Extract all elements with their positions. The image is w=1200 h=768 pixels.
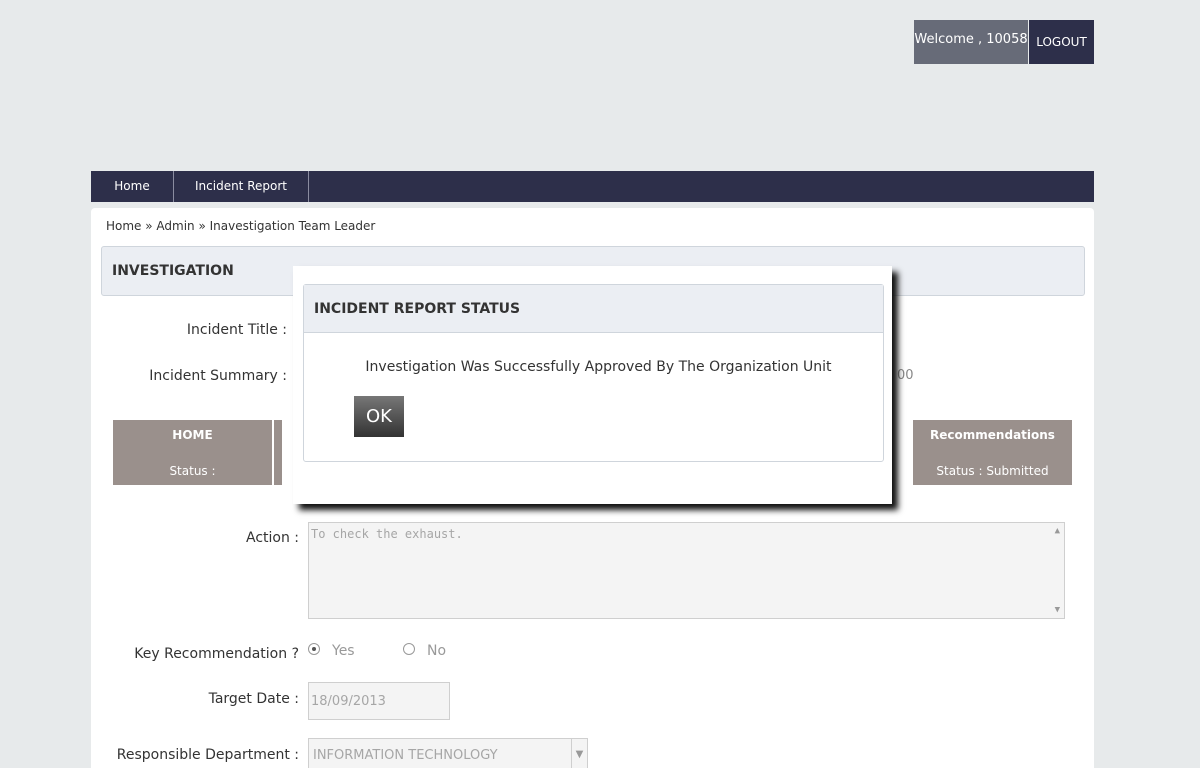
- key-recommendation-label: Key Recommendation ?: [134, 646, 299, 662]
- main-nav: Home Incident Report: [91, 171, 1094, 202]
- key-recommendation-no-radio[interactable]: [403, 643, 415, 655]
- target-date-label: Target Date :: [208, 691, 299, 707]
- summary-partial-text: 00: [897, 368, 914, 383]
- action-label: Action :: [245, 530, 299, 546]
- panel-title: INVESTIGATION: [112, 263, 234, 279]
- modal-panel: INCIDENT REPORT STATUS Investigation Was…: [303, 284, 884, 462]
- tab-recommendations[interactable]: Recommendations Status : Submitted: [913, 420, 1072, 485]
- nav-item-incident-report[interactable]: Incident Report: [174, 171, 309, 202]
- responsible-department-label: Responsible Department :: [116, 747, 299, 763]
- incident-summary-label: Incident Summary :: [149, 368, 287, 384]
- tab-home-title: HOME: [172, 428, 213, 442]
- modal-title: INCIDENT REPORT STATUS: [314, 301, 521, 317]
- department-selected-value: INFORMATION TECHNOLOGY: [313, 748, 498, 763]
- scroll-up-icon[interactable]: ▲: [1055, 526, 1060, 536]
- tab-recommendations-title: Recommendations: [930, 428, 1055, 442]
- target-date-input[interactable]: 18/09/2013: [308, 682, 450, 720]
- key-recommendation-yes-radio[interactable]: [308, 643, 320, 655]
- tab-recommendations-status: Status : Submitted: [936, 464, 1049, 478]
- tab-hidden[interactable]: [274, 420, 282, 485]
- yes-radio-label: Yes: [332, 643, 355, 659]
- ok-button[interactable]: OK: [354, 396, 404, 437]
- chevron-down-icon[interactable]: ▼: [571, 739, 587, 768]
- modal-message: Investigation Was Successfully Approved …: [365, 359, 832, 375]
- status-modal: INCIDENT REPORT STATUS Investigation Was…: [293, 266, 892, 504]
- action-text: To check the exhaust.: [311, 527, 463, 541]
- no-radio-label: No: [427, 643, 447, 659]
- tab-home-status: Status :: [169, 464, 216, 478]
- incident-title-label: Incident Title :: [186, 322, 287, 338]
- action-textarea[interactable]: To check the exhaust. ▲ ▼: [308, 522, 1065, 619]
- welcome-text: Welcome , 10058: [914, 20, 1028, 64]
- modal-header: INCIDENT REPORT STATUS: [304, 285, 883, 333]
- tab-home[interactable]: HOME Status :: [113, 420, 272, 485]
- scroll-down-icon[interactable]: ▼: [1055, 605, 1060, 615]
- logout-button[interactable]: LOGOUT: [1029, 20, 1094, 64]
- breadcrumb: Home » Admin » Inavestigation Team Leade…: [106, 219, 376, 233]
- responsible-department-select[interactable]: INFORMATION TECHNOLOGY ▼: [308, 738, 588, 768]
- nav-item-home[interactable]: Home: [91, 171, 174, 202]
